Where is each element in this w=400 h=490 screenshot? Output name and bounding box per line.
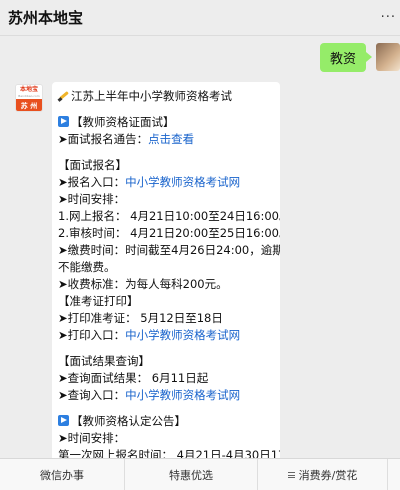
account-avatar[interactable]: 本地宝 Bendibao.com 苏 州 xyxy=(15,84,43,112)
result-query-time: ➤查询面试结果： 6月11日起 xyxy=(58,371,209,385)
more-icon[interactable]: ··· xyxy=(381,10,396,25)
chat-title: 苏州本地宝 xyxy=(8,9,84,27)
pencil-icon xyxy=(58,89,70,101)
menu-more[interactable] xyxy=(388,459,400,490)
interview-notice-line: ➤面试报名通告：点击查看 xyxy=(58,132,195,146)
interview-notice-link[interactable]: 点击查看 xyxy=(148,132,194,146)
user-avatar[interactable] xyxy=(376,43,400,71)
chat-header: 苏州本地宝 ··· xyxy=(0,0,400,36)
signup-time-review: 2.审核时间： 4月21日20:00至25日16:00。 xyxy=(58,226,280,240)
section-cert-recognition: 【教师资格认定公告】 xyxy=(58,413,280,430)
article-title-line: 江苏上半年中小学教师资格考试 xyxy=(58,88,280,105)
print-entry-line: ➤打印入口：中小学教师资格考试网 xyxy=(58,328,241,342)
payment-time-cont: 不能缴费。 xyxy=(58,260,116,274)
signup-entry-line: ➤报名入口：中小学教师资格考试网 xyxy=(58,175,241,189)
article-title: 江苏上半年中小学教师资格考试 xyxy=(71,89,232,103)
menu-wechat-services[interactable]: 微信办事 xyxy=(0,459,125,490)
signup-time-label: ➤时间安排： xyxy=(58,192,126,206)
bottom-menu: 微信办事 特惠优选 消费券/赏花 xyxy=(0,458,400,490)
signup-time-online: 1.网上报名： 4月21日10:00至24日16:00。 xyxy=(58,209,280,223)
fee-standard: ➤收费标准：为每人每科200元。 xyxy=(58,277,228,291)
avatar-city-text: 苏 州 xyxy=(16,99,42,111)
outgoing-message-row: 教资 xyxy=(319,42,400,72)
signup-entry-link[interactable]: 中小学教师资格考试网 xyxy=(125,175,240,189)
recognition-time-label: ➤时间安排： xyxy=(58,431,126,445)
chat-screen: 苏州本地宝 ··· 教资 本地宝 Bendibao.com 苏 州 江苏上半年中… xyxy=(0,0,400,490)
print-entry-link[interactable]: 中小学教师资格考试网 xyxy=(125,328,240,342)
section-admission-ticket: 【准考证打印】 xyxy=(58,294,139,308)
result-entry-line: ➤查询入口：中小学教师资格考试网 xyxy=(58,388,241,402)
section-interview-cert: 【教师资格证面试】 xyxy=(58,114,280,131)
menu-special-offers[interactable]: 特惠优选 xyxy=(125,459,258,490)
print-ticket-time: ➤打印准考证： 5月12日至18日 xyxy=(58,311,223,325)
result-entry-link[interactable]: 中小学教师资格考试网 xyxy=(125,388,240,402)
play-icon xyxy=(58,116,69,127)
incoming-message-bubble: 江苏上半年中小学教师资格考试 【教师资格证面试】 ➤面试报名通告：点击查看 【面… xyxy=(52,82,280,462)
section-result-query: 【面试结果查询】 xyxy=(58,354,150,368)
play-icon xyxy=(58,415,69,426)
menu-icon xyxy=(287,472,295,478)
payment-time: ➤缴费时间：时间截至4月26日24:00，逾期 xyxy=(58,243,280,257)
avatar-brand-text: 本地宝 xyxy=(16,85,42,94)
section-interview-signup: 【面试报名】 xyxy=(58,158,127,172)
menu-coupons-flowers[interactable]: 消费券/赏花 xyxy=(258,459,388,490)
outgoing-message-bubble[interactable]: 教资 xyxy=(319,42,373,72)
